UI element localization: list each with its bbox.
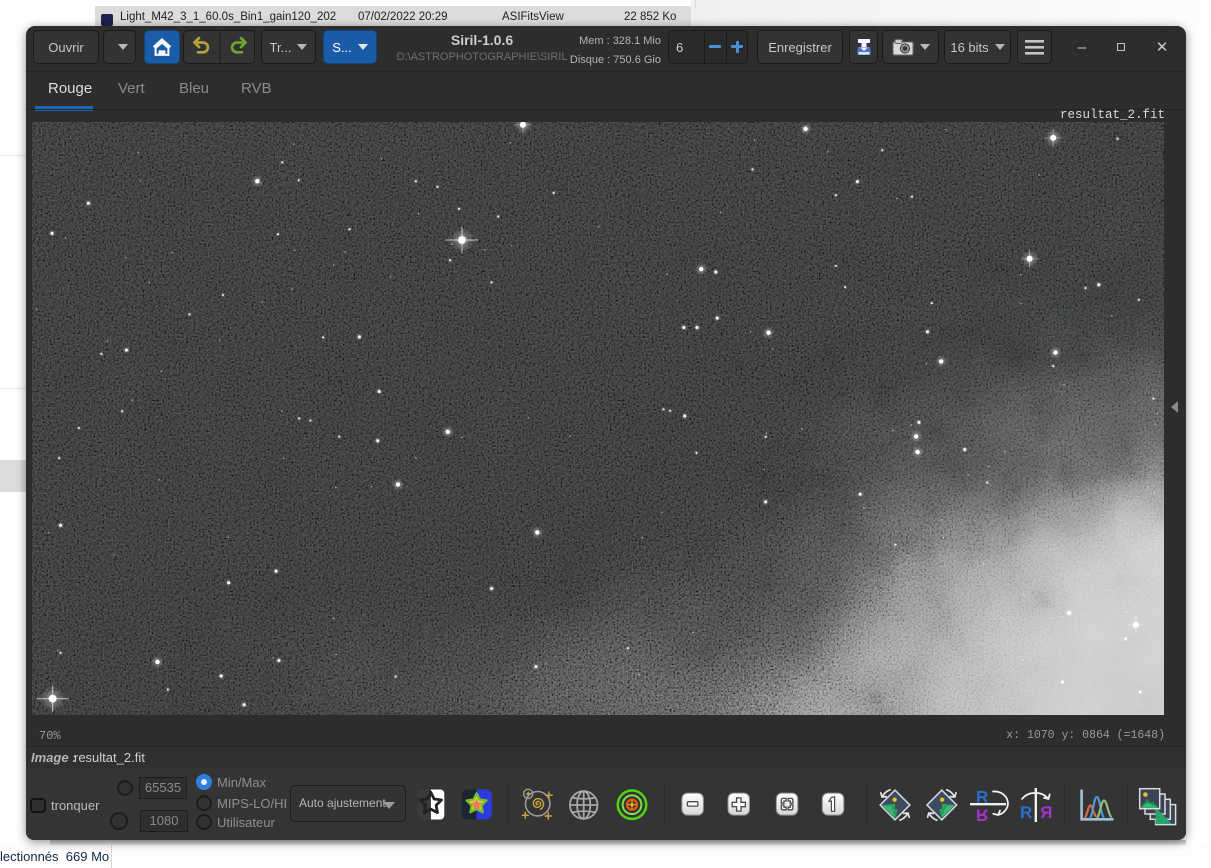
svg-text:R: R [1040,803,1052,822]
svg-text:R: R [1020,803,1032,822]
svg-text:R: R [976,806,988,825]
